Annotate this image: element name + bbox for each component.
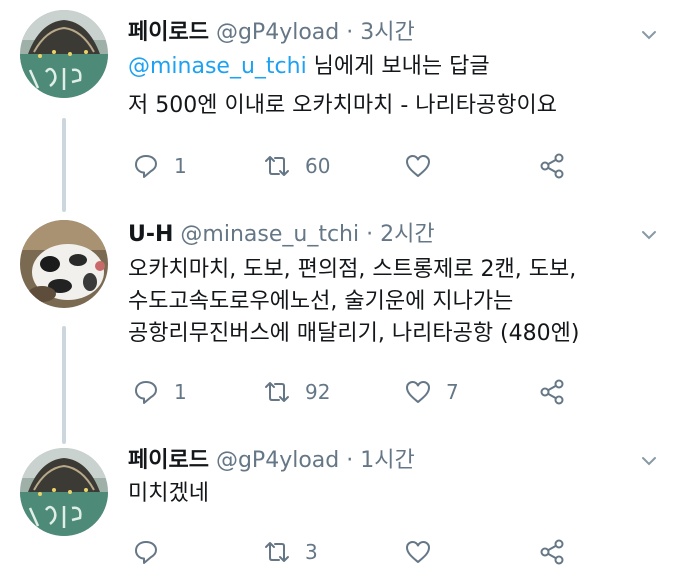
tweet-text: 오카치마치, 도보, 편의점, 스트롱제로 2캔, 도보, 수도고속도로우에노선… (128, 254, 579, 350)
share-icon (540, 153, 564, 179)
tweet-text: 미치겠네 (128, 478, 209, 510)
tweet-text-line: 오카치마치, 도보, 편의점, 스트롱제로 2캔, 도보, (128, 257, 577, 282)
reply-icon (135, 541, 157, 564)
reply-button[interactable]: 1 (132, 376, 187, 408)
avatar[interactable] (20, 448, 108, 536)
retweet-button[interactable]: 3 (263, 536, 318, 568)
mention-link[interactable]: @minase_u_tchi (128, 54, 307, 79)
retweet-icon (265, 542, 289, 562)
heart-icon (406, 155, 430, 177)
tweet[interactable]: U-H @minase_u_tchi · 2시간 오카치마치, 도보, 편의점,… (0, 208, 680, 434)
heart-icon (406, 541, 430, 563)
like-button[interactable]: 7 (404, 376, 459, 408)
reply-icon (135, 155, 157, 178)
tweet[interactable]: 페이로드 @gP4yload · 3시간 @minase_u_tchi 님에게 … (0, 0, 680, 196)
tweet-header: 페이로드 @gP4yload · 1시간 (128, 446, 415, 476)
display-name[interactable]: 페이로드 (128, 448, 209, 473)
share-icon (540, 379, 564, 405)
separator: · (346, 448, 354, 473)
reply-count: 1 (174, 154, 187, 178)
retweet-icon (265, 382, 289, 402)
timestamp[interactable]: 3시간 (360, 20, 414, 45)
like-count: 7 (446, 380, 459, 404)
retweet-count: 60 (305, 154, 331, 178)
chevron-down-icon[interactable] (640, 26, 658, 44)
tweet-text-line: 저 500엔 이내로 오카치마치 - 나리타공항이요 (128, 93, 557, 118)
tweet-text-line: 미치겠네 (128, 481, 209, 506)
separator: · (346, 20, 354, 45)
tweet-actions: 1 92 7 (128, 376, 588, 408)
share-button[interactable] (538, 376, 566, 408)
tweet-header: 페이로드 @gP4yload · 3시간 (128, 18, 415, 48)
timestamp[interactable]: 2시간 (380, 222, 434, 247)
tweet-text-line: 공항리무진버스에 매달리기, 나리타공항 (480엔) (128, 321, 580, 346)
tweet-header: U-H @minase_u_tchi · 2시간 (128, 220, 435, 250)
avatar[interactable] (20, 10, 108, 98)
share-icon (540, 539, 564, 565)
replying-to-label: 님에게 보내는 답글 (306, 54, 490, 79)
retweet-count: 3 (305, 540, 318, 564)
user-handle[interactable]: @minase_u_tchi (180, 222, 359, 247)
heart-icon (406, 381, 430, 403)
reply-button[interactable] (132, 536, 174, 568)
reply-icon (135, 381, 157, 404)
like-button[interactable] (404, 150, 446, 182)
replying-to: @minase_u_tchi 님에게 보내는 답글 (128, 52, 490, 82)
retweet-icon (265, 156, 289, 176)
display-name[interactable]: 페이로드 (128, 20, 209, 45)
timestamp[interactable]: 1시간 (360, 448, 414, 473)
reply-button[interactable]: 1 (132, 150, 187, 182)
share-button[interactable] (538, 536, 566, 568)
like-button[interactable] (404, 536, 446, 568)
chevron-down-icon[interactable] (640, 452, 658, 470)
tweet-text-line: 수도고속도로우에노선, 술기운에 지나가는 (128, 289, 514, 314)
tweet-actions: 1 60 (128, 150, 588, 182)
tweet-text: 저 500엔 이내로 오카치마치 - 나리타공항이요 (128, 90, 557, 122)
display-name[interactable]: U-H (128, 222, 173, 247)
retweet-button[interactable]: 92 (263, 376, 330, 408)
user-handle[interactable]: @gP4yload (216, 20, 339, 45)
tweet[interactable]: 페이로드 @gP4yload · 1시간 미치겠네 3 (0, 440, 680, 586)
share-button[interactable] (538, 150, 566, 182)
reply-count: 1 (174, 380, 187, 404)
chevron-down-icon[interactable] (640, 226, 658, 244)
avatar[interactable] (20, 220, 108, 308)
separator: · (366, 222, 374, 247)
retweet-count: 92 (305, 380, 331, 404)
retweet-button[interactable]: 60 (263, 150, 330, 182)
user-handle[interactable]: @gP4yload (216, 448, 339, 473)
tweet-actions: 3 (128, 536, 588, 568)
